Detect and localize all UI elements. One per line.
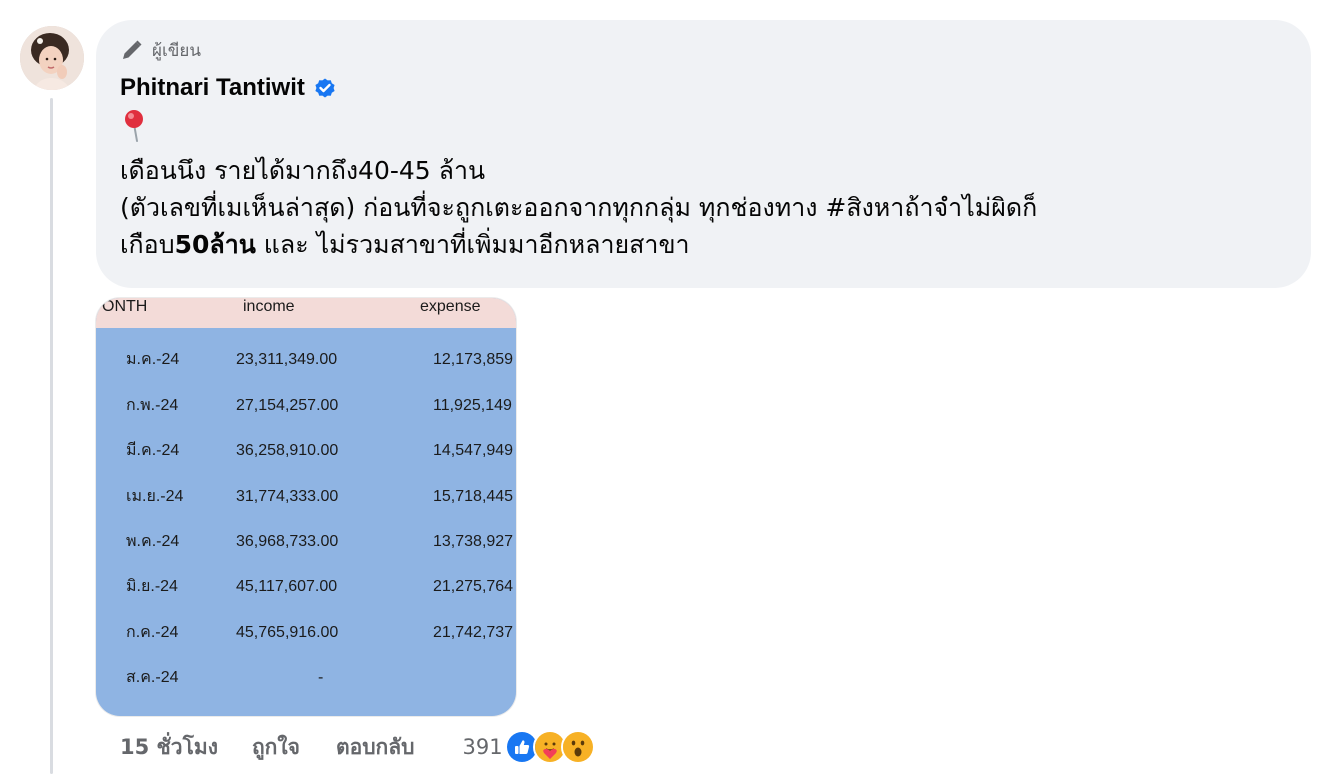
attached-spreadsheet-image[interactable]: ONTH income expense ม.ค.-24 23,311,349.0… bbox=[96, 298, 516, 716]
like-button[interactable]: ถูกใจ bbox=[252, 731, 300, 764]
month-cell: เม.ย.-24 bbox=[126, 488, 184, 505]
month-cell: ส.ค.-24 bbox=[126, 669, 179, 686]
sheet-row: เม.ย.-24 31,774,333.00 15,718,445 bbox=[96, 482, 516, 512]
comment-text-line2: (ตัวเลขที่เมเห็นล่าสุด) ก่อนที่จะถูกเตะอ… bbox=[120, 193, 1038, 222]
reaction-count[interactable]: 391 bbox=[462, 735, 502, 759]
author-name[interactable]: Phitnari Tantiwit bbox=[120, 74, 305, 102]
month-cell: มี.ค.-24 bbox=[126, 442, 180, 459]
header-month: ONTH bbox=[102, 298, 148, 315]
expense-cell: 21,742,737 bbox=[433, 624, 514, 641]
verified-badge-icon bbox=[315, 78, 335, 98]
wow-reaction-graphic bbox=[562, 732, 593, 762]
month-cell: พ.ค.-24 bbox=[126, 533, 180, 550]
header-income: income bbox=[243, 298, 295, 315]
comment-actions: 15 ชั่วโมง ถูกใจ ตอบกลับ 391 bbox=[120, 730, 595, 764]
pin-icon bbox=[120, 108, 156, 144]
comment-text-line3-bold: 50ล้าน bbox=[174, 230, 256, 259]
sheet-row: ม.ค.-24 23,311,349.00 12,173,859 bbox=[96, 345, 516, 375]
sheet-row: ก.พ.-24 27,154,257.00 11,925,149 bbox=[96, 391, 516, 421]
author-badge: ผู้เขียน bbox=[120, 38, 1311, 62]
pin-icon-graphic bbox=[125, 110, 143, 142]
reply-button[interactable]: ตอบกลับ bbox=[336, 731, 415, 764]
income-cell: 31,774,333.00 bbox=[236, 488, 339, 505]
author-badge-label: ผู้เขียน bbox=[152, 40, 201, 61]
comment-text-line3-start: เกือบ bbox=[120, 230, 175, 259]
pencil-icon bbox=[123, 40, 142, 59]
income-cell: 45,117,607.00 bbox=[236, 578, 338, 595]
comment-text-line3-end: และ ไม่รวมสาขาที่เพิ่มมาอีกหลายสาขา bbox=[255, 230, 690, 259]
sheet-row: มิ.ย.-24 45,117,607.00 21,275,764 bbox=[96, 572, 516, 602]
expense-cell: 13,738,927 bbox=[433, 533, 514, 550]
month-cell: ก.พ.-24 bbox=[126, 397, 179, 414]
comment-text: เดือนนึง รายได้มากถึง40-45 ล้าน (ตัวเลขท… bbox=[120, 152, 1290, 263]
wow-reaction-icon bbox=[560, 730, 595, 764]
sheet-row: มี.ค.-24 36,258,910.00 14,547,949 bbox=[96, 436, 516, 466]
expense-cell: 15,718,445 bbox=[433, 488, 514, 505]
sheet-header-row: ONTH income expense bbox=[96, 298, 516, 328]
expense-cell: 11,925,149 bbox=[433, 397, 512, 414]
month-cell: ม.ค.-24 bbox=[126, 351, 180, 368]
expense-cell: 12,173,859 bbox=[433, 351, 514, 368]
reaction-icons[interactable] bbox=[504, 730, 595, 764]
sheet-row: ก.ค.-24 45,765,916.00 21,742,737 bbox=[96, 618, 516, 648]
month-cell: ก.ค.-24 bbox=[126, 624, 179, 641]
income-cell: - bbox=[318, 669, 324, 686]
commenter-avatar[interactable] bbox=[20, 26, 84, 90]
sheet-row: พ.ค.-24 36,968,733.00 13,738,927 bbox=[96, 527, 516, 557]
comment-bubble: ผู้เขียน Phitnari Tantiwit เดือนนึง รายไ… bbox=[96, 20, 1311, 288]
income-cell: 23,311,349.00 bbox=[236, 351, 338, 368]
avatar-photo bbox=[20, 26, 84, 90]
income-cell: 27,154,257.00 bbox=[236, 397, 339, 414]
month-cell: มิ.ย.-24 bbox=[126, 578, 178, 595]
header-expense: expense bbox=[420, 298, 481, 315]
income-cell: 36,968,733.00 bbox=[236, 533, 339, 550]
income-cell: 36,258,910.00 bbox=[236, 442, 339, 459]
author-name-row: Phitnari Tantiwit bbox=[120, 72, 1311, 104]
expense-cell: 21,275,764 bbox=[433, 578, 514, 595]
expense-cell: 14,547,949 bbox=[433, 442, 514, 459]
thread-line bbox=[50, 98, 53, 774]
comment-timestamp[interactable]: 15 ชั่วโมง bbox=[120, 731, 218, 764]
comment-text-line1: เดือนนึง รายได้มากถึง40-45 ล้าน bbox=[120, 156, 486, 185]
income-cell: 45,765,916.00 bbox=[236, 624, 339, 641]
sheet-row: ส.ค.-24 - bbox=[96, 663, 516, 693]
